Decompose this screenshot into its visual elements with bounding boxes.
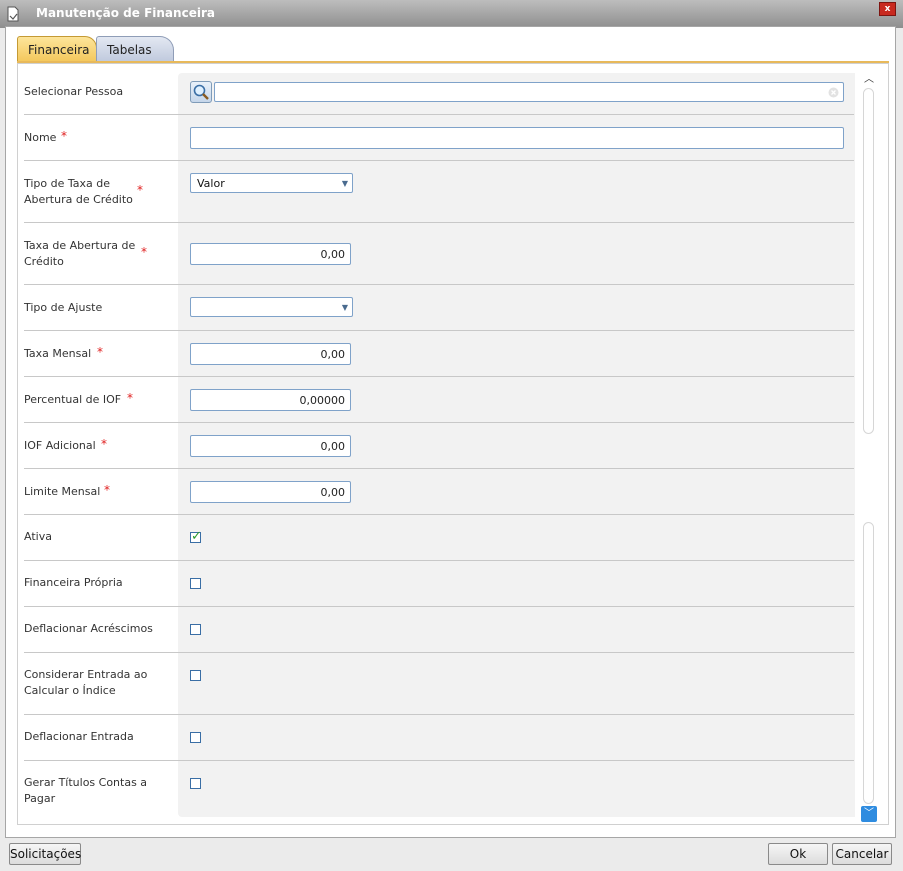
label-tipo-taxa-2: Abertura de Crédito (24, 193, 133, 206)
row-percentual-iof: Percentual de IOF * (24, 377, 854, 423)
ok-button[interactable]: Ok (768, 843, 828, 865)
deflacionar-entrada-checkbox[interactable] (190, 732, 201, 743)
scroll-up-icon[interactable]: ︿ (862, 70, 876, 85)
row-financeira-propria: Financeira Própria (24, 561, 854, 607)
tab-financeira[interactable]: Financeira (17, 36, 97, 62)
pessoa-input[interactable] (214, 82, 844, 102)
label-taxa-abertura-2: Crédito (24, 255, 64, 268)
row-taxa-mensal: Taxa Mensal * (24, 331, 854, 377)
search-person-button[interactable] (190, 81, 212, 103)
solicitacoes-button[interactable]: Solicitações (9, 843, 81, 865)
title-bar[interactable]: Manutenção de Financeira x (0, 0, 903, 28)
row-deflacionar-entrada: Deflacionar Entrada (24, 715, 854, 761)
cancel-button[interactable]: Cancelar (832, 843, 892, 865)
row-considerar-entrada: Considerar Entrada ao Calcular o Índice (24, 653, 854, 715)
vertical-scrollbar[interactable]: ︿ ﹀ (860, 70, 878, 823)
clear-icon[interactable] (828, 87, 839, 98)
scroll-track-lower[interactable] (863, 522, 874, 804)
row-gerar-titulos: Gerar Títulos Contas a Pagar (24, 761, 854, 817)
document-icon (7, 6, 19, 22)
magnifier-icon (193, 84, 209, 100)
label-ativa: Ativa (24, 530, 52, 543)
iof-adicional-input[interactable]: 0,00 (190, 435, 351, 457)
row-ativa: Ativa ✓ (24, 515, 854, 561)
label-tipo-ajuste: Tipo de Ajuste (24, 301, 103, 314)
window-title: Manutenção de Financeira (36, 6, 215, 20)
ativa-checkbox[interactable]: ✓ (190, 529, 202, 544)
taxa-abertura-input[interactable]: 0,00 (190, 243, 351, 265)
label-tipo-taxa-1: Tipo de Taxa de (24, 177, 111, 190)
label-financeira-propria: Financeira Própria (24, 576, 123, 589)
deflacionar-acrescimos-checkbox[interactable] (190, 624, 201, 635)
label-percentual-iof: Percentual de IOF (24, 393, 122, 406)
tipo-taxa-value: Valor (197, 177, 225, 190)
tipo-ajuste-select[interactable]: ▼ (190, 297, 353, 317)
row-deflacionar-acrescimos: Deflacionar Acréscimos (24, 607, 854, 653)
required-marker: * (101, 437, 107, 451)
row-taxa-abertura: Taxa de Abertura de Crédito * (24, 223, 854, 285)
label-deflacionar-acrescimos: Deflacionar Acréscimos (24, 622, 153, 635)
label-iof-adicional: IOF Adicional (24, 439, 96, 452)
dialog-window: Manutenção de Financeira x Financeira Ta… (0, 0, 903, 871)
tab-tabelas[interactable]: Tabelas (96, 36, 174, 62)
percentual-iof-input[interactable]: 0,00000 (190, 389, 351, 411)
considerar-entrada-checkbox[interactable] (190, 670, 201, 681)
label-considerar-entrada-1: Considerar Entrada ao (24, 668, 148, 681)
required-marker: * (141, 245, 147, 259)
tipo-taxa-select[interactable]: Valor ▼ (190, 173, 353, 193)
label-nome: Nome (24, 131, 57, 144)
gerar-titulos-checkbox[interactable] (190, 778, 201, 789)
chevron-down-icon: ▼ (341, 303, 348, 312)
required-marker: * (104, 483, 110, 497)
scroll-down-icon[interactable]: ﹀ (861, 806, 877, 822)
required-marker: * (97, 345, 103, 359)
required-marker: * (127, 391, 133, 405)
label-limite-mensal: Limite Mensal (24, 485, 101, 498)
close-button[interactable]: x (879, 2, 896, 16)
label-gerar-titulos-1: Gerar Títulos Contas a (24, 776, 148, 789)
label-considerar-entrada-2: Calcular o Índice (24, 684, 116, 697)
scroll-track-upper[interactable] (863, 88, 874, 434)
row-tipo-ajuste: Tipo de Ajuste (24, 285, 854, 331)
label-deflacionar-entrada: Deflacionar Entrada (24, 730, 134, 743)
row-tipo-taxa: Tipo de Taxa de Abertura de Crédito * (24, 161, 854, 223)
label-selecionar-pessoa: Selecionar Pessoa (24, 85, 124, 98)
nome-input[interactable] (190, 127, 844, 149)
taxa-mensal-input[interactable]: 0,00 (190, 343, 351, 365)
checkmark-icon: ✓ (191, 529, 202, 544)
label-taxa-abertura-1: Taxa de Abertura de (24, 239, 136, 252)
required-marker: * (61, 129, 67, 143)
row-iof-adicional: IOF Adicional * (24, 423, 854, 469)
limite-mensal-input[interactable]: 0,00 (190, 481, 351, 503)
row-limite-mensal: Limite Mensal * (24, 469, 854, 515)
label-gerar-titulos-2: Pagar (24, 792, 56, 805)
required-marker: * (137, 183, 143, 197)
chevron-down-icon: ▼ (341, 179, 348, 188)
financeira-propria-checkbox[interactable] (190, 578, 201, 589)
